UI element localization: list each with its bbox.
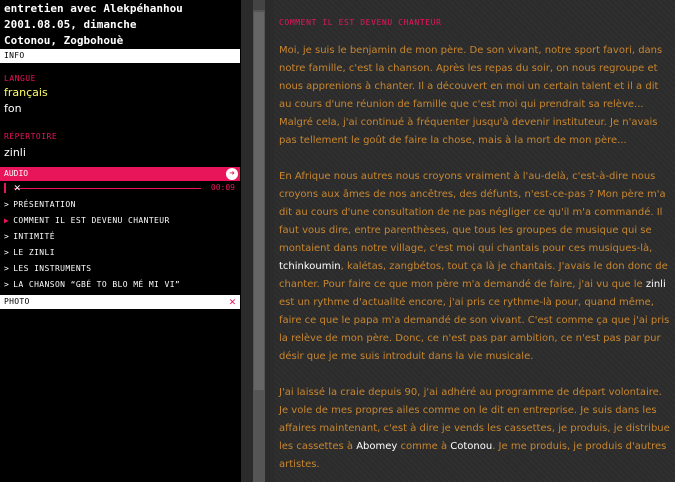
language-option-francais[interactable]: français (0, 85, 241, 101)
scrollbar-thumb[interactable] (254, 12, 264, 390)
chevron-right-icon: > (4, 200, 10, 209)
chapter-label: LA CHANSON “GBÉ TO BLO MÉ MI VI” (13, 280, 181, 289)
language-option-fon[interactable]: fon (0, 101, 241, 117)
arrow-right-icon[interactable]: ➜ (226, 168, 238, 180)
header-place: Cotonou, Zogbohouè (4, 34, 124, 47)
chapter-item-les-instruments[interactable]: > LES INSTRUMENTS (0, 261, 241, 277)
audio-progress-track[interactable] (14, 188, 201, 189)
highlight-tchinkoumin[interactable]: tchinkoumin (279, 261, 341, 272)
text-segment: est un rythme d'actualité encore, j'ai p… (279, 297, 670, 362)
chapter-item-le-zinli[interactable]: > LE ZINLI (0, 245, 241, 261)
text-segment: En Afrique nous autres nous croyons vrai… (279, 171, 666, 254)
chapter-item-la-chanson[interactable]: > LA CHANSON “GBÉ TO BLO MÉ MI VI” (0, 277, 241, 293)
audio-label: AUDIO (4, 169, 29, 178)
photo-bar[interactable]: PHOTO ✕ (0, 295, 240, 309)
info-bar[interactable]: INFO (0, 49, 240, 63)
paragraph-2: En Afrique nous autres nous croyons vrai… (279, 168, 671, 366)
chapter-label: LES INSTRUMENTS (13, 264, 92, 273)
highlight-zinli[interactable]: zinli (646, 279, 666, 290)
header-title: entretien avec Alekpéhanhou (4, 2, 183, 15)
chapter-label: INTIMITÉ (13, 232, 55, 241)
scroll-up-button[interactable] (253, 0, 265, 10)
chapter-item-presentation[interactable]: > PRÉSENTATION (0, 197, 241, 213)
scrollbar[interactable] (253, 0, 265, 482)
chevron-right-icon: > (4, 280, 10, 289)
repertoire-label: RÉPERTOIRE (4, 132, 58, 141)
chevron-right-icon: > (4, 232, 10, 241)
chevron-right-icon: > (4, 248, 10, 257)
play-icon: ▶ (4, 216, 10, 225)
chapter-title: COMMENT IL EST DEVENU CHANTEUR (279, 18, 442, 27)
left-panel: entretien avec Alekpéhanhou 2001.08.05, … (0, 0, 241, 482)
playhead-handle[interactable]: ✕ (14, 181, 21, 195)
chapter-list: > PRÉSENTATION ▶ COMMENT IL EST DEVENU CHA… (0, 197, 241, 293)
language-label: LANGUE (4, 74, 36, 83)
header-date: 2001.08.05, dimanche (4, 18, 137, 31)
repertoire-value[interactable]: zinli (0, 145, 241, 161)
close-icon[interactable]: ✕ (229, 295, 236, 309)
chapter-item-comment-il-est-devenu-chanteur[interactable]: ▶ COMMENT IL EST DEVENU CHANTEUR (0, 213, 241, 229)
info-bar-label: INFO (4, 51, 25, 60)
chapter-label: LE ZINLI (13, 248, 55, 257)
photo-bar-label: PHOTO (4, 297, 30, 306)
interview-header: entretien avec Alekpéhanhou 2001.08.05, … (0, 0, 241, 49)
chevron-right-icon: > (4, 264, 10, 273)
audio-time: 00:09 (210, 183, 235, 192)
chapter-label: PRÉSENTATION (13, 200, 76, 209)
content-panel: COMMENT IL EST DEVENU CHANTEUR Moi, je s… (274, 0, 675, 482)
chapter-label: COMMENT IL EST DEVENU CHANTEUR (13, 216, 170, 225)
track-start-marker (4, 183, 6, 193)
transcript-body: Moi, je suis le benjamin de mon père. De… (274, 28, 675, 474)
audio-bar: AUDIO ➜ (0, 167, 240, 181)
text-segment: comme à (397, 441, 451, 452)
chapter-item-intimite[interactable]: > INTIMITÉ (0, 229, 241, 245)
highlight-abomey[interactable]: Abomey (356, 441, 397, 452)
paragraph-1: Moi, je suis le benjamin de mon père. De… (279, 45, 663, 146)
audio-player: ✕ 00:09 (0, 181, 241, 195)
highlight-cotonou[interactable]: Cotonou (450, 441, 492, 452)
paragraph-3: J'ai laissé la craie depuis 90, j'ai adh… (279, 384, 671, 474)
